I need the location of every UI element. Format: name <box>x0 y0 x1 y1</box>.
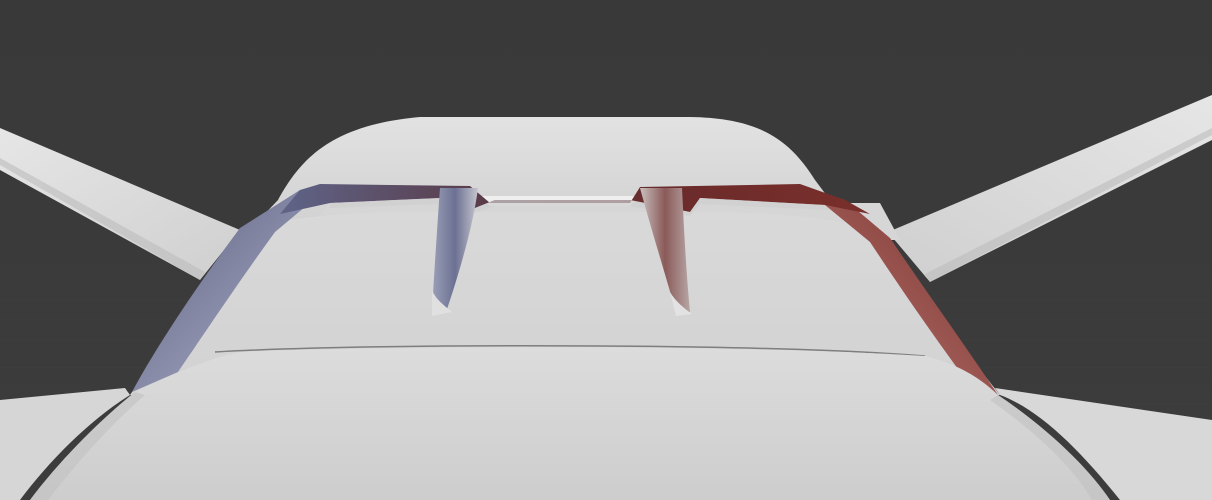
render-canvas <box>0 0 1212 500</box>
3d-viewport[interactable] <box>0 0 1212 500</box>
hull <box>30 347 1110 500</box>
